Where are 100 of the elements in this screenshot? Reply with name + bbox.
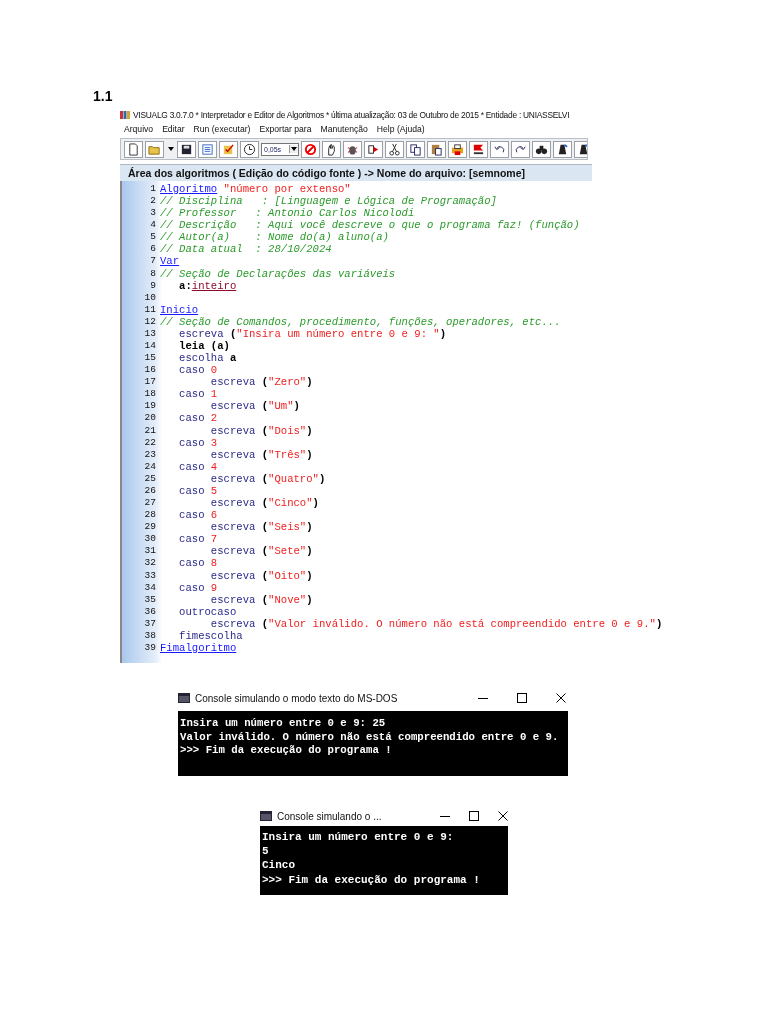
panel-title: Área dos algoritmos ( Edição do código fonte ) -> Nome do arquivo: [semnome] (120, 164, 592, 181)
line-number: 10 (143, 291, 157, 304)
line-number: 20 (143, 412, 157, 425)
line-number: 23 (143, 448, 157, 461)
code-line: fimescolha (178, 629, 243, 642)
line-number: 2 (149, 195, 157, 208)
binoculars-icon[interactable] (532, 140, 551, 158)
close-icon[interactable] (556, 693, 566, 703)
copy-icon[interactable] (406, 140, 425, 158)
line-number: 33 (143, 569, 157, 582)
line-number: 32 (143, 557, 157, 570)
line-number: 29 (143, 521, 157, 534)
line-number: 38 (143, 629, 157, 642)
line-number: 37 (143, 617, 157, 630)
maximize-icon[interactable] (469, 811, 479, 821)
section-number: 1.1 (93, 88, 113, 104)
code-line: a:inteiro (178, 279, 237, 292)
code-line: outrocaso (178, 605, 237, 618)
line-number: 16 (143, 364, 157, 377)
code-line: escreva ("Sete") (209, 545, 313, 558)
code-line: caso 9 (178, 581, 218, 594)
code-line: caso 4 (178, 460, 218, 473)
list-icon[interactable] (198, 140, 217, 158)
line-number: 8 (149, 267, 157, 280)
paste-icon[interactable] (427, 140, 446, 158)
line-number: 28 (143, 509, 157, 522)
code-line: caso 2 (178, 412, 218, 425)
line-number: 4 (149, 219, 157, 232)
line-number: 26 (143, 484, 157, 498)
printer-icon[interactable] (448, 140, 467, 158)
menu-item[interactable]: Exportar para (259, 124, 312, 134)
code-line: escreva ("Oito") (209, 569, 313, 582)
console-icon (178, 693, 190, 703)
blank-page-icon[interactable] (124, 140, 143, 158)
menu-item[interactable]: Editar (162, 124, 185, 134)
line-number: 22 (143, 436, 157, 449)
line-number: 24 (143, 460, 157, 473)
line-number: 27 (143, 497, 157, 510)
code-line: escreva ("Zero") (209, 376, 313, 389)
console-line: >>> Fim da execução do programa ! (262, 872, 481, 887)
code-line: caso 0 (178, 364, 218, 377)
line-number: 25 (143, 472, 157, 485)
code-line: caso 3 (178, 436, 218, 449)
line-number: 19 (143, 400, 157, 413)
line-number: 21 (143, 424, 157, 437)
window-title: Console simulando o ... (277, 810, 383, 822)
caret-icon[interactable] (289, 145, 298, 153)
window-title: Console simulando o modo texto do MS-DOS (195, 692, 399, 704)
code-line: // Professor : Antonio Carlos Nicolodi (160, 207, 415, 220)
line-number: 12 (143, 315, 157, 328)
line-number: 9 (149, 279, 157, 292)
code-line: escreva ("Um") (209, 400, 300, 413)
console-line: Insira um número entre 0 e 9: 25 (180, 717, 387, 731)
code-line: escreva ("Três") (209, 448, 313, 461)
line-number: 30 (143, 533, 157, 546)
code-line: Inicio (160, 303, 199, 316)
clock-icon[interactable] (240, 140, 259, 158)
code-line: escolha a (178, 352, 237, 365)
console-line: >>> Fim da execução do programa ! (180, 744, 393, 758)
code-line: escreva ("Nove") (209, 593, 313, 606)
code-line: Fimalgoritmo (160, 641, 237, 655)
line-number: 34 (143, 581, 157, 594)
code-line: escreva ("Insira um número entre 0 e 9: ") (178, 327, 447, 340)
checklist-icon[interactable] (219, 140, 238, 158)
no-entry-icon[interactable] (301, 140, 320, 158)
scissors-icon[interactable] (385, 140, 404, 158)
code-line: // Seção de Comandos, procedimento, funções, operadores, etc... (160, 315, 561, 328)
close-icon[interactable] (498, 811, 508, 821)
app-logo-icon (120, 110, 130, 120)
line-number: 7 (149, 255, 157, 268)
code-line: escreva ("Valor inválido. O número não está compreendido entre 0 e 9.") (209, 617, 663, 630)
maximize-icon[interactable] (517, 693, 527, 703)
code-line: caso 8 (178, 557, 218, 570)
menu-item[interactable]: Manutenção (320, 124, 368, 134)
line-number: 15 (143, 352, 157, 365)
undo-icon[interactable] (490, 140, 509, 158)
line-number: 18 (143, 388, 157, 401)
code-line: Var (160, 255, 180, 268)
code-line: // Autor(a) : Nome do(a) aluno(a) (160, 231, 389, 244)
line-number: 3 (149, 207, 157, 220)
console-line: Cinco (262, 858, 296, 873)
code-line: // Descrição : Aqui você descreve o que o programa faz! (função) (160, 219, 580, 232)
bug-icon[interactable] (343, 140, 362, 158)
redo-icon[interactable] (511, 140, 530, 158)
line-number: 14 (143, 340, 157, 353)
code-line: caso 7 (178, 533, 218, 546)
line-number: 35 (143, 593, 157, 606)
line-number: 6 (149, 243, 157, 256)
menu-item[interactable]: Arquivo (124, 124, 154, 134)
code-line: escreva ("Seis") (209, 521, 313, 534)
console-line: Insira um número entre 0 e 9: (262, 830, 455, 845)
line-number: 31 (143, 545, 157, 558)
flag-icon[interactable] (469, 140, 488, 158)
hand-icon[interactable] (322, 140, 341, 158)
menu-item[interactable]: Help (Ajuda) (376, 124, 425, 134)
code-line: escreva ("Dois") (209, 424, 313, 437)
console-line: 5 (262, 844, 270, 859)
code-line: // Seção de Declarações das variáveis (160, 267, 396, 280)
menu-item[interactable]: Run (executar) (193, 124, 251, 134)
line-number: 17 (143, 376, 157, 389)
